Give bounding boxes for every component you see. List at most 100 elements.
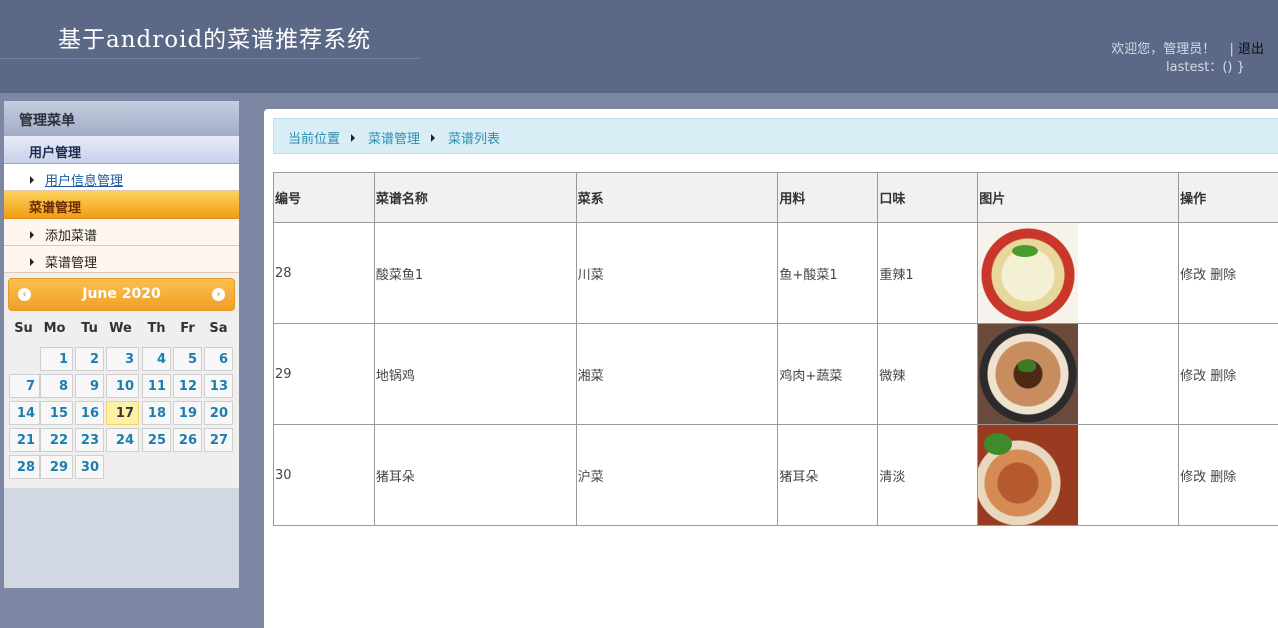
site-title: 基于android的菜谱推荐系统 <box>58 27 372 53</box>
cell-actions: 修改 删除 <box>1178 222 1278 324</box>
calendar-weekday: Sa <box>209 321 228 336</box>
sidebar-item-user-info-link[interactable]: 用户信息管理 <box>45 174 123 189</box>
calendar-day[interactable]: 13 <box>204 374 233 398</box>
cell-name: 猪耳朵 <box>373 424 577 526</box>
cell-image <box>977 222 1180 324</box>
calendar-weekday: We <box>109 321 132 336</box>
calendar-weekday: Mo <box>43 321 66 336</box>
delete-link[interactable]: 删除 <box>1210 268 1236 283</box>
calendar-day[interactable]: 11 <box>142 374 171 398</box>
caret-right-icon <box>30 258 34 266</box>
calendar-day[interactable]: 5 <box>173 347 202 371</box>
calendar-day[interactable]: 2 <box>75 347 104 371</box>
cell-id: 30 <box>273 424 375 526</box>
cell-cuisine: 川菜 <box>575 222 779 324</box>
sidebar-item-add-recipe[interactable]: 添加菜谱 <box>4 219 239 246</box>
recipe-photo <box>978 425 1079 525</box>
calendar-day[interactable]: 23 <box>75 428 104 452</box>
calendar-weekday: Fr <box>180 321 195 336</box>
sidebar-item-label: 菜谱管理 <box>45 256 98 271</box>
cell-cuisine: 湘菜 <box>575 323 779 425</box>
sidebar-item-recipe-manage[interactable]: 菜谱管理 <box>4 246 239 273</box>
calendar-day[interactable]: 9 <box>75 374 104 398</box>
cell-name: 酸菜鱼1 <box>373 222 577 324</box>
cell-image <box>977 323 1180 425</box>
delete-link[interactable]: 删除 <box>1210 470 1236 485</box>
sidebar-group-user[interactable]: 用户管理 <box>4 136 239 164</box>
welcome-separator: | <box>1229 42 1234 57</box>
calendar-weekday: Su <box>14 321 33 336</box>
calendar-weekday: Th <box>147 321 166 336</box>
calendar: ‹ June 2020 › Su Mo Tu We Th Fr Sa 1 2 3 4 5 6 7 8 9 10 1… <box>4 273 239 488</box>
calendar-day[interactable]: 8 <box>40 374 73 398</box>
calendar-day[interactable]: 29 <box>40 455 73 479</box>
calendar-day-today[interactable]: 17 <box>106 401 139 425</box>
welcome-text: 欢迎您，管理员！ <box>1111 42 1216 57</box>
edit-link[interactable]: 修改 <box>1180 268 1206 283</box>
cell-image <box>977 424 1180 526</box>
header-cuisine: 菜系 <box>575 172 779 223</box>
edit-link[interactable]: 修改 <box>1180 369 1206 384</box>
breadcrumb: 当前位置 菜谱管理 菜谱列表 <box>273 118 1278 154</box>
cell-ingredients: 鸡肉+蔬菜 <box>777 323 879 425</box>
calendar-day[interactable]: 10 <box>106 374 139 398</box>
caret-right-icon <box>30 176 34 184</box>
calendar-day[interactable]: 7 <box>9 374 40 398</box>
caret-right-icon <box>30 231 34 239</box>
cell-actions: 修改 删除 <box>1178 424 1278 526</box>
calendar-day[interactable]: 18 <box>142 401 171 425</box>
cell-ingredients: 鱼+酸菜1 <box>777 222 879 324</box>
table-row: 29 地锅鸡 湘菜 鸡肉+蔬菜 微辣 修改 删除 <box>273 323 1278 425</box>
calendar-day[interactable]: 21 <box>9 428 40 452</box>
cell-taste: 清淡 <box>877 424 979 526</box>
calendar-day[interactable]: 25 <box>142 428 171 452</box>
edit-link[interactable]: 修改 <box>1180 470 1206 485</box>
calendar-day[interactable]: 4 <box>142 347 171 371</box>
calendar-day[interactable]: 6 <box>204 347 233 371</box>
welcome-bar: 欢迎您，管理员！ | 退出 <box>1111 38 1264 57</box>
calendar-day[interactable]: 19 <box>173 401 202 425</box>
sidebar-item-label: 添加菜谱 <box>45 229 98 244</box>
calendar-day[interactable]: 27 <box>204 428 233 452</box>
calendar-day[interactable]: 30 <box>75 455 104 479</box>
header-ingredients: 用料 <box>777 172 879 223</box>
calendar-day[interactable]: 26 <box>173 428 202 452</box>
breadcrumb-item[interactable]: 菜谱管理 <box>368 132 420 147</box>
cell-actions: 修改 删除 <box>1178 323 1278 425</box>
calendar-day[interactable]: 24 <box>106 428 139 452</box>
header-actions: 操作 <box>1178 172 1278 223</box>
cell-ingredients: 猪耳朵 <box>777 424 879 526</box>
cell-taste: 重辣1 <box>877 222 979 324</box>
calendar-day[interactable]: 14 <box>9 401 40 425</box>
breadcrumb-item[interactable]: 菜谱列表 <box>448 132 500 147</box>
title-divider <box>0 58 420 59</box>
calendar-month-label: June 2020 <box>82 286 161 302</box>
calendar-day[interactable]: 1 <box>40 347 73 371</box>
cell-name: 地锅鸡 <box>373 323 577 425</box>
cell-cuisine: 沪菜 <box>575 424 779 526</box>
cell-id: 28 <box>273 222 375 324</box>
calendar-day[interactable]: 28 <box>9 455 40 479</box>
table-row: 30 猪耳朵 沪菜 猪耳朵 清淡 修改 删除 <box>273 424 1278 526</box>
cell-id: 29 <box>273 323 375 425</box>
header-taste: 口味 <box>877 172 979 223</box>
calendar-day[interactable]: 22 <box>40 428 73 452</box>
logout-link[interactable]: 退出 <box>1238 42 1264 57</box>
cell-taste: 微辣 <box>877 323 979 425</box>
calendar-weekday: Tu <box>81 321 98 336</box>
breadcrumb-item[interactable]: 当前位置 <box>288 132 340 147</box>
sidebar-title: 管理菜单 <box>4 101 239 136</box>
calendar-day[interactable]: 16 <box>75 401 104 425</box>
calendar-day[interactable]: 20 <box>204 401 233 425</box>
header-name: 菜谱名称 <box>373 172 577 223</box>
delete-link[interactable]: 删除 <box>1210 369 1236 384</box>
calendar-next-icon[interactable]: › <box>212 288 225 301</box>
caret-right-icon <box>351 134 356 142</box>
sidebar-item-user-info[interactable]: 用户信息管理 <box>4 164 239 191</box>
calendar-prev-icon[interactable]: ‹ <box>18 288 31 301</box>
header-image: 图片 <box>977 172 1180 223</box>
calendar-day[interactable]: 12 <box>173 374 202 398</box>
calendar-day[interactable]: 3 <box>106 347 139 371</box>
sidebar-group-recipe[interactable]: 菜谱管理 <box>4 191 239 219</box>
calendar-day[interactable]: 15 <box>40 401 73 425</box>
